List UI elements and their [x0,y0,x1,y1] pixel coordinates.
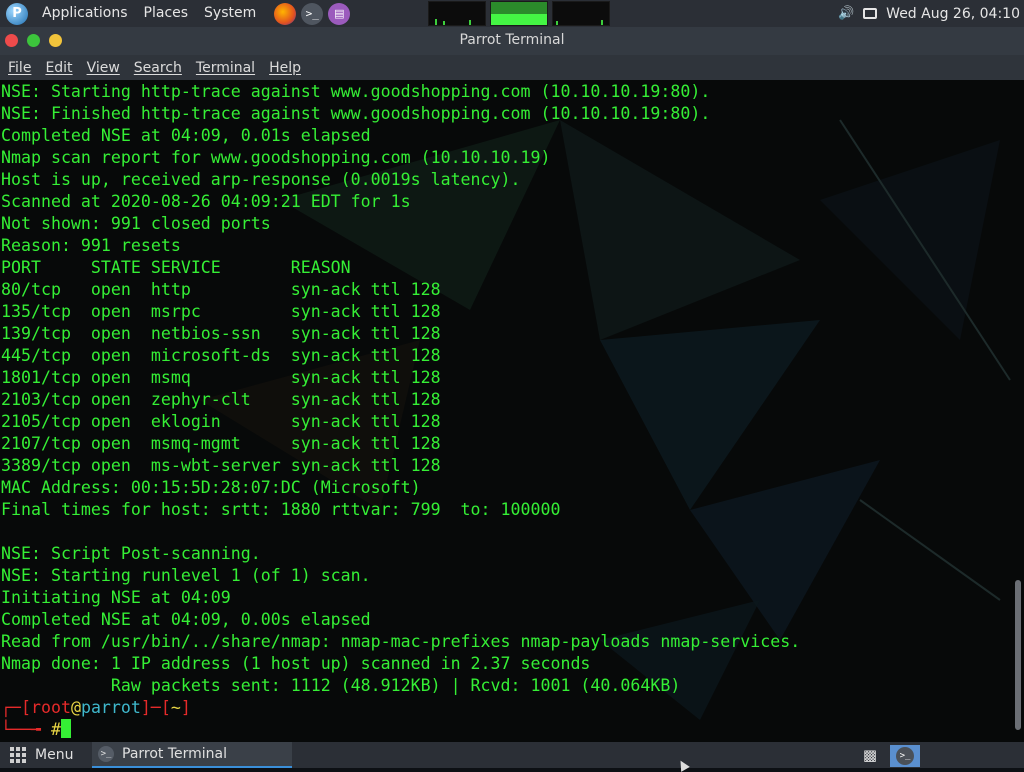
prompt-symbol: # [50,720,61,739]
terminal-line: 2105/tcp open eklogin syn-ack ttl 128 [1,412,441,431]
terminal-line: Final times for host: srtt: 1880 rttvar:… [1,500,561,519]
volume-icon[interactable]: 🔊 [838,6,854,21]
workspace-switcher-icon[interactable]: ▩ [860,745,880,765]
screen-icon[interactable] [862,7,878,21]
terminal-line: NSE: Starting http-trace against www.goo… [1,82,711,101]
terminal-line: NSE: Script Post-scanning. [1,544,261,563]
terminal-line: NSE: Finished http-trace against www.goo… [1,104,711,123]
prompt-line: ┌─[root@parrot]─[~] [1,697,800,719]
terminal-menubar: File Edit View Search Terminal Help [0,55,1024,80]
places-menu[interactable]: Places [136,0,197,27]
terminal-line: Read from /usr/bin/../share/nmap: nmap-m… [1,632,801,651]
applications-menu[interactable]: Applications [34,0,136,27]
top-panel: P Applications Places System >_ ▤ 🔊 Wed … [0,0,1024,27]
terminal-line: Raw packets sent: 1112 (48.912KB) | Rcvd… [1,676,681,695]
menu-button[interactable]: Menu [10,742,73,768]
network-graph [552,1,610,26]
prompt-open: ┌─[ [1,698,31,717]
terminal-line: Reason: 991 resets [1,236,181,255]
window-title: Parrot Terminal [459,32,565,48]
prompt-host: parrot [80,698,141,717]
terminal-line: Scanned at 2020-08-26 04:09:21 EDT for 1… [1,192,411,211]
terminal-line: 135/tcp open msrpc syn-ack ttl 128 [1,302,441,321]
memory-graph [490,1,548,26]
terminal-line: 2107/tcp open msmq-mgmt syn-ack ttl 128 [1,434,441,453]
cpu-graph [428,1,486,26]
window-titlebar[interactable]: Parrot Terminal [0,27,1024,55]
terminal-line: 80/tcp open http syn-ack ttl 128 [1,280,441,299]
terminal-line: Initiating NSE at 04:09 [1,588,231,607]
terminal-line: Nmap scan report for www.goodshopping.co… [1,148,551,167]
system-tray: 🔊 Wed Aug 26, 04:10 [838,0,1020,27]
menu-edit[interactable]: Edit [38,60,79,76]
terminal-line: 3389/tcp open ms-wbt-server syn-ack ttl … [1,456,441,475]
taskbar-item-label: Parrot Terminal [122,746,228,762]
app-grid-icon [10,747,26,763]
prompt-input-line[interactable]: └──╼ # [1,719,800,741]
terminal-line: 2103/tcp open zephyr-clt syn-ack ttl 128 [1,390,441,409]
clock[interactable]: Wed Aug 26, 04:10 [886,6,1020,22]
text-editor-icon[interactable]: ▤ [328,2,351,25]
prompt-mid: ]─[ [140,698,171,717]
parrot-logo-icon[interactable]: P [6,2,28,25]
prompt-close: ] [180,698,191,717]
prompt-user: root [30,698,71,717]
menu-button-label: Menu [35,747,74,763]
terminal-line: PORT STATE SERVICE REASON [1,258,351,277]
menu-search[interactable]: Search [127,60,189,76]
terminal-icon: >_ [98,746,114,762]
taskbar-item-parrot-terminal[interactable]: >_ Parrot Terminal [92,742,292,768]
terminal-line: Completed NSE at 04:09, 0.01s elapsed [1,126,371,145]
terminal-line: 445/tcp open microsoft-ds syn-ack ttl 12… [1,346,441,365]
prompt-arrow: └──╼ [1,720,51,739]
terminal-icon[interactable]: >_ [301,2,324,25]
terminal-line: MAC Address: 00:15:5D:28:07:DC (Microsof… [1,478,421,497]
terminal-line: NSE: Starting runlevel 1 (of 1) scan. [1,566,371,585]
terminal-line: Completed NSE at 04:09, 0.00s elapsed [1,610,371,629]
terminal-line: 1801/tcp open msmq syn-ack ttl 128 [1,368,441,387]
terminal-line: Host is up, received arp-response (0.001… [1,170,521,189]
terminal-line: Nmap done: 1 IP address (1 host up) scan… [1,654,591,673]
firefox-icon[interactable] [274,2,297,25]
terminal-line: Not shown: 991 closed ports [1,214,271,233]
terminal-scrollbar[interactable] [1015,580,1021,730]
terminal-output-area[interactable]: NSE: Starting http-trace against www.goo… [0,80,1024,742]
system-monitor-graphs[interactable] [428,1,614,26]
prompt-at: @ [70,698,81,717]
menu-view[interactable]: View [80,60,127,76]
terminal-text: NSE: Starting http-trace against www.goo… [1,81,800,741]
bottom-panel: Menu >_ Parrot Terminal ▩ >_ [0,742,1024,768]
prompt-dir: ~ [170,698,181,717]
menu-file[interactable]: File [1,60,38,76]
system-menu[interactable]: System [196,0,264,27]
active-terminal-tray-icon[interactable]: >_ [890,745,920,767]
text-cursor [60,719,71,738]
menu-help[interactable]: Help [262,60,308,76]
menu-terminal[interactable]: Terminal [189,60,262,76]
terminal-line: 139/tcp open netbios-ssn syn-ack ttl 128 [1,324,441,343]
